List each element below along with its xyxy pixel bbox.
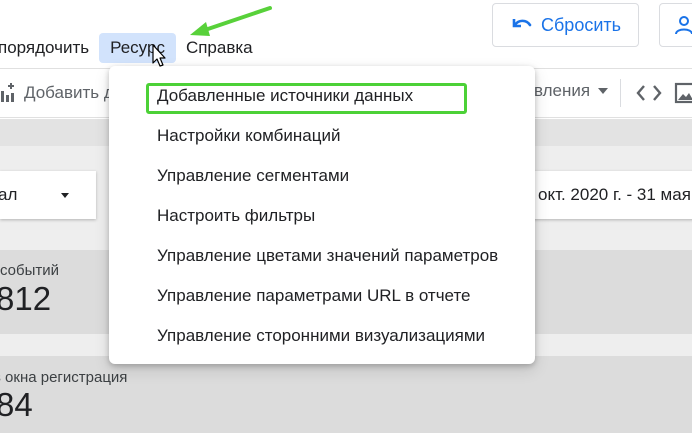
- chevron-down-icon: [598, 88, 609, 94]
- report-header: Сбросить порядочить Ресурс Справка: [0, 0, 692, 66]
- filter-control[interactable]: ал: [0, 171, 96, 219]
- scorecard-label: событий: [0, 262, 60, 279]
- menu-option-manage-community-visualizations[interactable]: Управление сторонними визуализациями: [157, 322, 485, 350]
- filter-label: ал: [0, 185, 18, 204]
- green-arrow-annotation: [190, 6, 272, 36]
- add-data-button[interactable]: Добавить д: [0, 79, 114, 107]
- chevron-down-icon: [61, 193, 69, 198]
- menu-option-blend-settings[interactable]: Настройки комбинаций: [157, 122, 340, 150]
- share-button[interactable]: [659, 3, 692, 47]
- scorecard-label: з окна регистрация: [0, 369, 128, 386]
- mouse-cursor: [152, 44, 166, 67]
- toolbar-divider: [620, 79, 621, 107]
- menu-option-manage-url-parameters[interactable]: Управление параметрами URL в отчете: [157, 282, 471, 310]
- menu-option-manage-segments[interactable]: Управление сегментами: [157, 162, 349, 190]
- date-range-label: окт. 2020 г. - 31 мая: [538, 185, 691, 204]
- add-data-label: Добавить д: [24, 83, 114, 102]
- image-icon[interactable]: [674, 81, 692, 105]
- scorecard-value: 84: [0, 386, 33, 423]
- add-chart-icon: [1, 83, 14, 102]
- green-highlight-box: [146, 83, 467, 114]
- menu-option-manage-dimension-colors[interactable]: Управление цветами значений параметров: [157, 242, 498, 270]
- manage-label: вления: [534, 81, 591, 100]
- undo-icon: [512, 19, 532, 28]
- person-icon: [675, 16, 692, 35]
- reset-label: Сбросить: [541, 14, 622, 35]
- scorecard-value: 812: [0, 280, 52, 317]
- menu-arrange[interactable]: порядочить: [0, 33, 99, 63]
- code-icon[interactable]: [636, 82, 662, 104]
- manage-dropdown[interactable]: вления: [534, 81, 609, 101]
- scorecard-registration[interactable]: з окна регистрация 84: [0, 356, 692, 433]
- menu-option-configure-filters[interactable]: Настроить фильтры: [157, 202, 315, 230]
- reset-button[interactable]: Сбросить: [492, 3, 639, 47]
- date-range-control[interactable]: окт. 2020 г. - 31 мая: [530, 171, 692, 219]
